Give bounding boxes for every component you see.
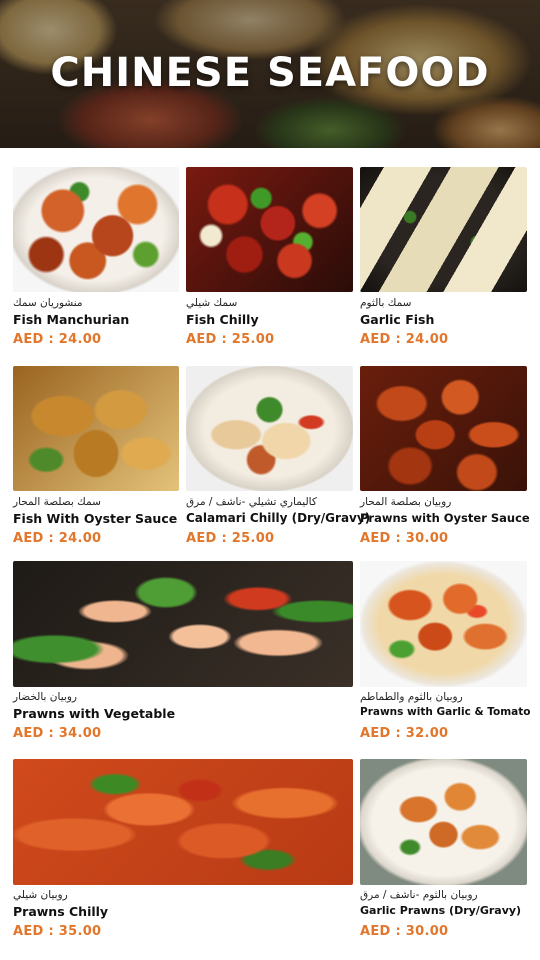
- dish-photo: [13, 561, 353, 687]
- dish-name: Prawns with Vegetable: [13, 706, 176, 721]
- dish-price: AED : 34.00: [13, 726, 102, 741]
- dish-price: AED : 24.00: [13, 332, 102, 347]
- dish-photo: [360, 759, 527, 885]
- dish-name: Fish With Oyster Sauce: [13, 511, 178, 526]
- dish-name: Garlic Fish: [360, 312, 435, 327]
- menu-item-calamari-chilly[interactable]: كاليماري تشيلي -ناشف / مرق Calamari Chil…: [186, 366, 370, 548]
- arabic-name: سمك بالثوم: [360, 297, 412, 309]
- dish-photo: [13, 366, 179, 491]
- dish-name: Calamari Chilly (Dry/Gravy): [186, 511, 371, 525]
- dish-price: AED : 25.00: [186, 332, 275, 347]
- dish-name: Fish Chilly: [186, 312, 259, 327]
- arabic-name: كاليماري تشيلي -ناشف / مرق: [186, 496, 317, 508]
- arabic-name: روبيان بالخضار: [13, 691, 77, 703]
- menu-item-fish-chilly[interactable]: سمك شيلي Fish Chilly AED : 25.00: [186, 167, 353, 349]
- arabic-name: سمك شيلي: [186, 297, 238, 309]
- menu-item-fish-manchurian[interactable]: منشوريان سمك Fish Manchurian AED : 24.00: [13, 167, 179, 349]
- dish-name: Prawns Chilly: [13, 904, 109, 919]
- dish-price: AED : 30.00: [360, 924, 449, 939]
- menu-item-prawns-garlic-tomato[interactable]: روبيان بالثوم والطماطم Prawns with Garli…: [360, 561, 531, 743]
- dish-photo: [186, 366, 353, 491]
- dish-photo: [360, 366, 527, 491]
- arabic-name: منشوريان سمك: [13, 297, 83, 309]
- arabic-name: روبيان بالثوم -ناشف / مرق: [360, 889, 478, 901]
- dish-price: AED : 35.00: [13, 924, 102, 939]
- dish-name: Prawns with Oyster Sauce: [360, 511, 530, 525]
- dish-photo: [360, 561, 527, 687]
- menu-item-prawns-vegetable[interactable]: روبيان بالخضار Prawns with Vegetable AED…: [13, 561, 353, 743]
- dish-price: AED : 30.00: [360, 531, 449, 546]
- dish-price: AED : 25.00: [186, 531, 275, 546]
- menu-item-fish-oyster-sauce[interactable]: سمك بصلصة المحار Fish With Oyster Sauce …: [13, 366, 179, 548]
- dish-price: AED : 24.00: [13, 531, 102, 546]
- header-banner: CHINESE SEAFOOD: [0, 0, 540, 148]
- dish-photo: [13, 167, 179, 292]
- dish-photo: [186, 167, 353, 292]
- dish-photo: [13, 759, 353, 885]
- dish-name: Prawns with Garlic & Tomato: [360, 706, 531, 718]
- menu-item-garlic-fish[interactable]: سمك بالثوم Garlic Fish AED : 24.00: [360, 167, 527, 349]
- page-title: CHINESE SEAFOOD: [50, 50, 490, 96]
- arabic-name: روبيان بصلصة المحار: [360, 496, 452, 508]
- dish-name: Garlic Prawns (Dry/Gravy): [360, 904, 522, 917]
- dish-price: AED : 32.00: [360, 726, 449, 741]
- arabic-name: روبيان بالثوم والطماطم: [360, 691, 463, 703]
- arabic-name: روبيان شيلي: [13, 889, 68, 901]
- menu-item-garlic-prawns[interactable]: روبيان بالثوم -ناشف / مرق Garlic Prawns …: [360, 759, 527, 941]
- menu-item-prawns-chilly[interactable]: روبيان شيلي Prawns Chilly AED : 35.00: [13, 759, 353, 941]
- dish-photo: [360, 167, 527, 292]
- dish-price: AED : 24.00: [360, 332, 449, 347]
- dish-name: Fish Manchurian: [13, 312, 130, 327]
- menu-item-prawns-oyster-sauce[interactable]: روبيان بصلصة المحار Prawns with Oyster S…: [360, 366, 530, 548]
- arabic-name: سمك بصلصة المحار: [13, 496, 101, 508]
